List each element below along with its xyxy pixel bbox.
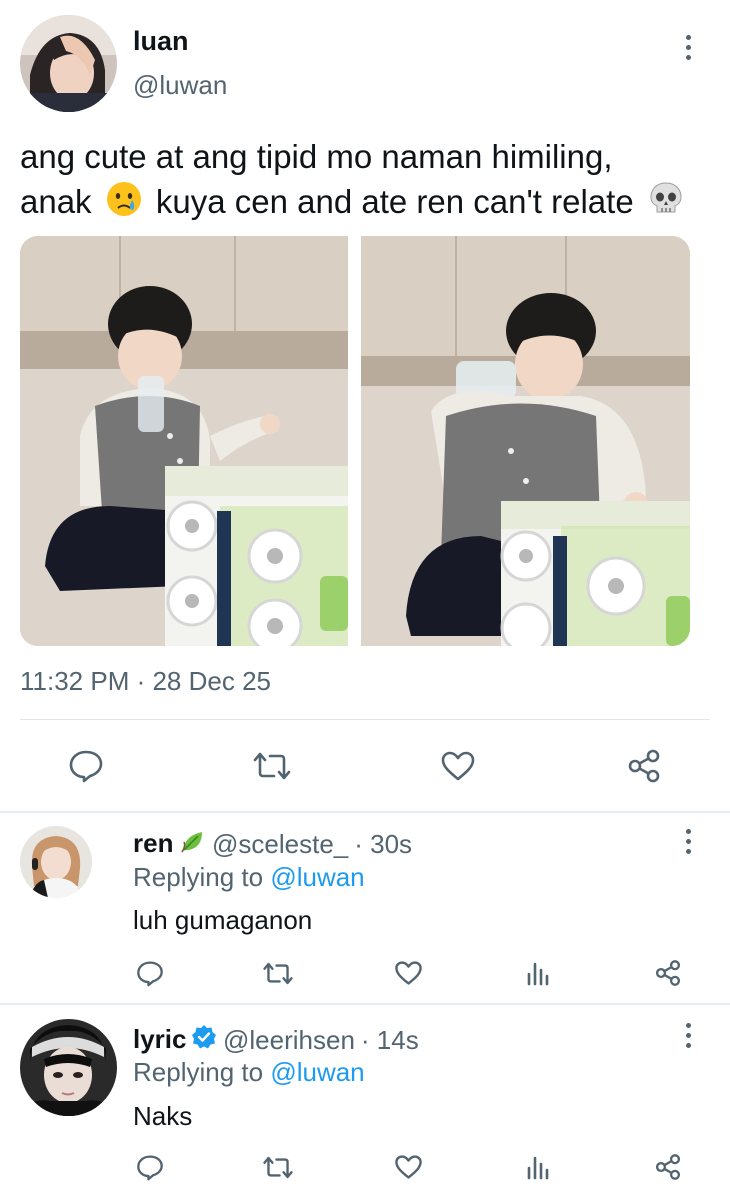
reply-avatar[interactable] [20,826,92,898]
analytics-icon[interactable] [518,1149,558,1185]
tweet-photo-1[interactable] [20,236,348,646]
replying-to-prefix: Replying to [133,862,264,892]
tweet-text-line-2: anak kuya cen and ate ren can't relate [20,179,720,229]
reply-tweet[interactable]: ren @sceleste_ · 30s Replying to @luwan … [0,813,730,1003]
retweet-icon[interactable] [248,744,296,788]
divider [20,719,710,720]
reply-meta: @leerihsen · 14s [191,1024,419,1057]
replying-to: Replying to @luwan [133,1057,365,1088]
main-tweet: luan @luwan ang cute at ang tipid mo nam… [0,0,730,812]
author-handle[interactable]: @luwan [133,70,227,101]
reply-icon[interactable] [130,955,170,991]
replying-to-mention[interactable]: @luwan [270,862,364,892]
replying-to-mention[interactable]: @luwan [270,1057,364,1087]
like-icon[interactable] [388,1149,428,1185]
reply-avatar[interactable] [20,1019,117,1116]
reply-tweet[interactable]: lyric @leerihsen · 14s Replying to @luwa… [0,1005,730,1200]
author-name[interactable]: luan [133,26,189,57]
reply-meta: @sceleste_ · 30s [180,828,412,861]
share-icon[interactable] [648,955,688,991]
tweet-timestamp[interactable]: 11:32 PM · 28 Dec 25 [20,666,271,697]
reply-author-handle[interactable]: @leerihsen [223,1025,355,1056]
tweet-text-line-1: ang cute at ang tipid mo naman himiling, [20,138,613,175]
reply-author-name[interactable]: ren [133,828,173,859]
more-options-icon[interactable] [678,27,698,67]
crying-face-emoji [105,180,143,229]
like-icon[interactable] [434,744,482,788]
reply-author-handle[interactable]: @sceleste_ [212,829,348,860]
reply-time[interactable]: · 14s [361,1025,419,1056]
author-avatar[interactable] [20,15,117,112]
reply-icon[interactable] [62,744,110,788]
skull-emoji [647,180,685,229]
tweet-photo-2[interactable] [361,236,690,646]
replying-to-prefix: Replying to [133,1057,264,1087]
reply-author-name[interactable]: lyric [133,1024,187,1055]
share-icon[interactable] [648,1149,688,1185]
more-options-icon[interactable] [678,1015,698,1055]
leaf-emoji [180,828,206,861]
reply-icon[interactable] [130,1149,170,1185]
tweet-text-fragment: anak [20,183,92,220]
share-icon[interactable] [620,744,668,788]
like-icon[interactable] [388,955,428,991]
retweet-icon[interactable] [258,1149,298,1185]
verified-badge-icon [191,1024,217,1057]
retweet-icon[interactable] [258,955,298,991]
analytics-icon[interactable] [518,955,558,991]
reply-text: luh gumaganon [133,905,313,935]
tweet-text-fragment: kuya cen and ate ren can't relate [155,183,634,220]
more-options-icon[interactable] [678,821,698,861]
reply-time[interactable]: · 30s [354,829,412,860]
tweet-text: ang cute at ang tipid mo naman himiling,… [20,134,720,229]
replying-to: Replying to @luwan [133,862,365,893]
reply-text: Naks [133,1101,193,1131]
